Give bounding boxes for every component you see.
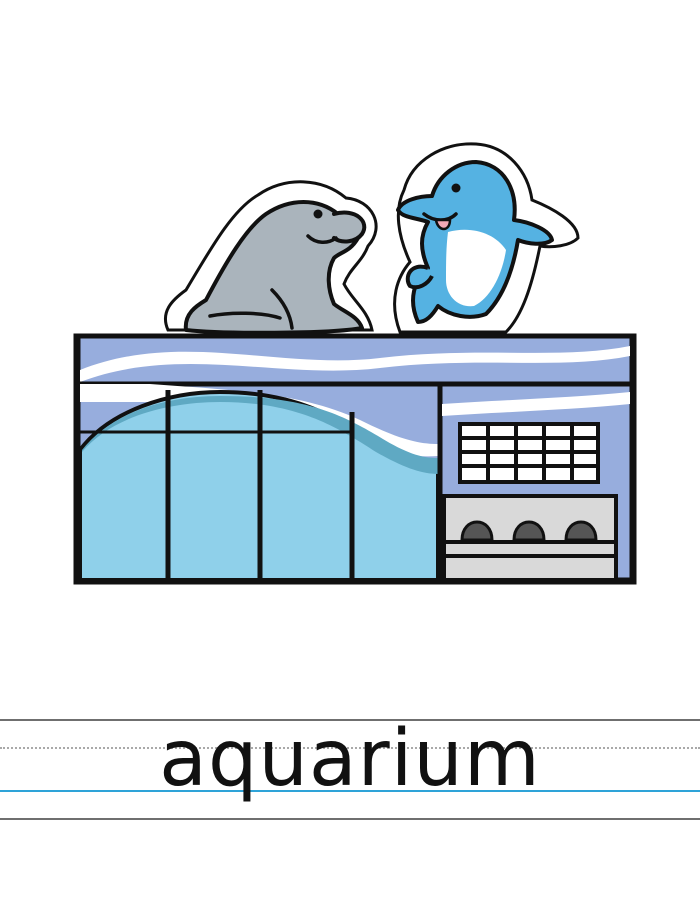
aquarium-building-icon xyxy=(73,333,637,585)
guide-bottom-line xyxy=(0,818,700,820)
aquarium-illustration xyxy=(73,142,637,585)
word-label: aquarium xyxy=(159,714,541,804)
dolphin-icon xyxy=(393,142,580,334)
flashcard-page: aquarium xyxy=(0,0,700,900)
handwriting-guide: aquarium xyxy=(0,700,700,840)
seal-icon xyxy=(163,180,378,335)
